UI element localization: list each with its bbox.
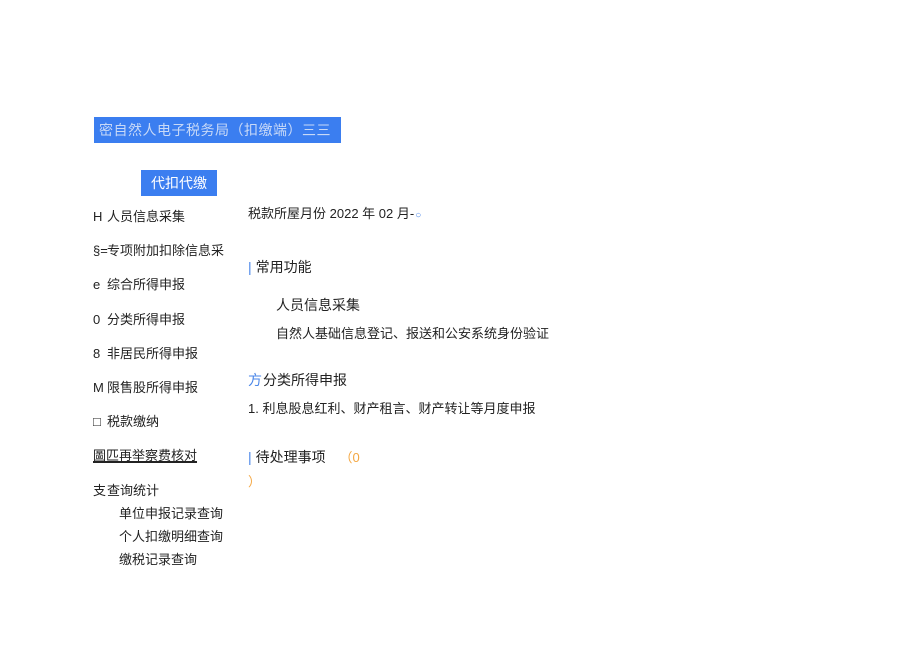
- pending-count-open: （0: [340, 450, 360, 465]
- sidebar-item-fee-check[interactable]: 圖匹再举察费核对: [93, 439, 243, 473]
- app-title-bar: 密自然人电子税务局（扣缴端）三三: [94, 117, 341, 143]
- app-title-text: 密自然人电子税务局（扣缴端）三三: [99, 122, 331, 138]
- function-personnel-collect[interactable]: 人员信息采集 自然人基础信息登记、报送和公安系统身份验证: [276, 295, 798, 342]
- sidebar-sub-tax-payment-record[interactable]: 缴税记录查询: [93, 548, 243, 571]
- menu-query-icon: 支: [93, 482, 107, 500]
- sidebar-item-query-stats[interactable]: 支查询统计: [93, 474, 243, 502]
- function-title-2: 方分类所得申报: [248, 370, 798, 390]
- pending-title: 待处理事项: [256, 449, 326, 465]
- function-prefix-icon: 方: [248, 372, 262, 388]
- function-title: 人员信息采集: [276, 295, 798, 315]
- menu-deduction-icon: §=: [93, 242, 107, 260]
- main-content: 税款所屋月份 2022 年 02 月-○ |常用功能 人员信息采集 自然人基础信…: [248, 203, 798, 490]
- function-desc: 自然人基础信息登记、报送和公安系统身份验证: [276, 323, 798, 342]
- sidebar-nav: H人员信息采集 §=专项附加扣除信息采 e综合所得申报 0分类所得申报 8非居民…: [93, 200, 243, 572]
- pending-count-close: ）: [248, 471, 798, 490]
- sidebar-sub-personal-withholding[interactable]: 个人扣缴明细查询: [93, 525, 243, 548]
- pending-items-section: |待处理事项 （0 ）: [248, 447, 798, 490]
- tax-period-row: 税款所屋月份 2022 年 02 月-○: [248, 203, 798, 222]
- sidebar-sub-unit-declaration[interactable]: 单位申报记录查询: [93, 502, 243, 525]
- sidebar-item-restricted-stock[interactable]: M限售股所得申报: [93, 371, 243, 405]
- calendar-icon[interactable]: ○: [415, 210, 421, 221]
- sidebar-item-personnel[interactable]: H人员信息采集: [93, 200, 243, 234]
- tax-period-value[interactable]: 2022 年 02 月-: [330, 206, 415, 221]
- tab-withholding-label: 代扣代缴: [151, 175, 207, 191]
- function-desc-2: 1. 利息股息红利、财产租言、财产转让等月度申报: [248, 398, 798, 417]
- common-functions-title: |常用功能: [248, 257, 798, 277]
- menu-restricted-icon: M: [93, 379, 107, 397]
- sidebar-item-special-deduction[interactable]: §=专项附加扣除信息采: [93, 234, 243, 268]
- tab-withholding[interactable]: 代扣代缴: [141, 170, 217, 196]
- sidebar-item-comprehensive[interactable]: e综合所得申报: [93, 268, 243, 302]
- sidebar-item-nonresident[interactable]: 8非居民所得申报: [93, 337, 243, 371]
- tax-period-label: 税款所屋月份: [248, 206, 326, 221]
- menu-payment-icon: □: [93, 413, 107, 431]
- sidebar-item-classified[interactable]: 0分类所得申报: [93, 303, 243, 337]
- menu-person-icon: H: [93, 208, 107, 226]
- section-bar-icon: |: [248, 259, 252, 275]
- sidebar-item-tax-payment[interactable]: □税款缴纳: [93, 405, 243, 439]
- menu-comprehensive-icon: e: [93, 276, 107, 294]
- menu-classified-icon: 0: [93, 311, 107, 329]
- section-bar-icon: |: [248, 449, 252, 465]
- menu-nonresident-icon: 8: [93, 345, 107, 363]
- function-classified-declaration[interactable]: 方分类所得申报 1. 利息股息红利、财产租言、财产转让等月度申报: [248, 370, 798, 417]
